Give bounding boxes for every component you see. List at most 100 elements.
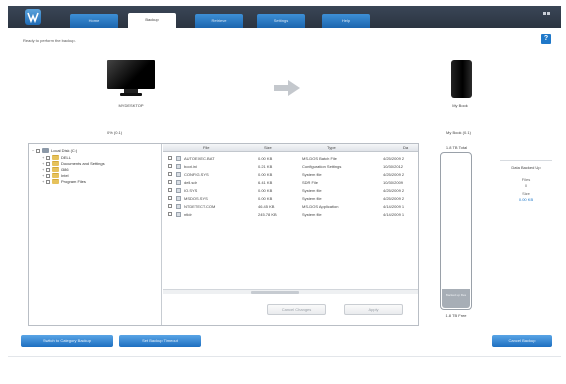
close-icon[interactable]	[547, 12, 550, 15]
footer-area	[8, 356, 561, 380]
help-icon[interactable]: ?	[541, 34, 551, 44]
tab-help[interactable]: Help	[322, 14, 370, 28]
minimize-icon[interactable]	[543, 12, 546, 15]
tree-node-label: i386	[61, 167, 69, 172]
cell-size: 0.00 KB	[258, 156, 273, 161]
computer-icon	[107, 60, 155, 96]
folder-icon	[52, 179, 59, 185]
cell-type: System file	[302, 172, 322, 177]
file-icon	[176, 188, 181, 193]
tree-node-label: Intel	[61, 173, 69, 178]
cell-file: CONFIG.SYS	[184, 172, 209, 177]
checkbox[interactable]	[168, 164, 172, 168]
cell-file: dell.sdr	[184, 180, 197, 185]
table-row[interactable]: boot.ini 0.21 KB Configuration Settings …	[163, 163, 418, 170]
cell-date: 4/25/2009 2	[383, 196, 405, 201]
tab-backup[interactable]: Backup	[128, 13, 176, 28]
external-drive-icon	[451, 60, 472, 98]
backup-info-panel: Data Backed Up Files 0 Size 0.00 KB	[500, 160, 552, 220]
cell-file: NTDETECT.COM	[184, 204, 216, 209]
tab-home[interactable]: Home	[70, 14, 118, 28]
scrollbar-thumb[interactable]	[251, 291, 299, 294]
file-browser: − Local Disk (C:) + DELL + Documents and Se…	[28, 143, 419, 326]
checkbox[interactable]	[46, 167, 50, 172]
tab-settings[interactable]: Settings	[257, 14, 305, 28]
set-backup-timeout-button[interactable]: Set Backup Timeout	[119, 335, 201, 347]
checkbox[interactable]	[168, 212, 172, 216]
table-row[interactable]: IO.SYS 0.00 KB System file 4/25/2009 2	[163, 187, 418, 194]
column-header-file[interactable]: File	[203, 145, 209, 150]
apply-button[interactable]: Apply	[344, 304, 403, 315]
tab-retrieve[interactable]: Retrieve	[195, 14, 243, 28]
checkbox[interactable]	[168, 156, 172, 160]
tree-node-program-files[interactable]: + Program Files	[42, 179, 86, 185]
cell-date: 4/25/2009 2	[383, 172, 405, 177]
file-list[interactable]: File Size Type Da AUTOEXEC.BAT 0.00 KB M…	[163, 144, 418, 325]
cell-date: 10/30/2009	[383, 180, 404, 185]
checkbox[interactable]	[168, 188, 172, 192]
cell-size: 0.21 KB	[258, 164, 273, 169]
cancel-changes-button[interactable]: Cancel Changes	[267, 304, 326, 315]
backup-info-title: Data Backed Up	[511, 165, 541, 170]
table-row[interactable]: dell.sdr 6.41 KB SDR File 10/30/2009	[163, 179, 418, 186]
checkbox[interactable]	[168, 180, 172, 184]
cell-date: 4/25/2009 2	[383, 156, 405, 161]
table-row[interactable]: NTDETECT.COM 46.45 KB MS-DOS Application…	[163, 203, 418, 210]
cell-size: 46.45 KB	[258, 204, 275, 209]
cell-type: System file	[302, 188, 322, 193]
checkbox[interactable]	[36, 148, 40, 153]
used-space-fill: Backed up files	[442, 289, 470, 308]
table-row[interactable]: ntldr 245.78 KB System file 4/14/2009 1	[163, 211, 418, 218]
drive-icon	[42, 148, 49, 154]
cell-size: 0.00 KB	[258, 188, 273, 193]
horizontal-scrollbar[interactable]	[163, 289, 418, 294]
file-icon	[176, 164, 181, 169]
table-row[interactable]: CONFIG.SYS 0.00 KB System file 4/25/2009…	[163, 171, 418, 178]
file-icon	[176, 204, 181, 209]
cancel-backup-button[interactable]: Cancel Backup	[492, 335, 552, 347]
table-row[interactable]: MSDOS.SYS 0.00 KB System file 4/25/2009 …	[163, 195, 418, 202]
folder-icon	[52, 167, 59, 173]
cell-date: 4/14/2009 1	[383, 204, 405, 209]
checkbox[interactable]	[46, 173, 50, 178]
checkbox[interactable]	[46, 155, 50, 160]
cell-date: 4/25/2009 2	[383, 188, 405, 193]
cell-file: ntldr	[184, 212, 192, 217]
checkbox[interactable]	[168, 172, 172, 176]
backup-info-files-label: Files	[521, 177, 531, 182]
cell-file: boot.ini	[184, 164, 197, 169]
window-controls[interactable]	[543, 11, 553, 17]
app-window: Home Backup Retrieve Settings Help Ready…	[0, 0, 566, 384]
tree-node-label: Program Files	[61, 179, 86, 184]
tree-node-label: Local Disk (C:)	[51, 148, 78, 153]
drive-capacity-gauge: Backed up files	[440, 152, 472, 310]
backup-info-size-value: 0.00 KB	[518, 197, 534, 202]
table-row[interactable]: AUTOEXEC.BAT 0.00 KB MS-DOS Batch File 4…	[163, 155, 418, 162]
folder-icon	[52, 161, 59, 167]
folder-icon	[52, 155, 59, 161]
folder-tree[interactable]: − Local Disk (C:) + DELL + Documents and Se…	[29, 144, 162, 325]
backup-info-files-value: 0	[524, 183, 528, 188]
checkbox[interactable]	[46, 179, 50, 184]
file-icon	[176, 172, 181, 177]
drive-name: My Book	[452, 103, 468, 108]
column-header-size[interactable]: Size	[264, 145, 272, 150]
drive-free-space: 1.8 TB Free	[445, 313, 467, 318]
switch-to-category-backup-button[interactable]: Switch to Category Backup	[21, 335, 113, 347]
checkbox[interactable]	[46, 161, 50, 166]
cell-size: 6.41 KB	[258, 180, 273, 185]
column-header-type[interactable]: Type	[327, 145, 336, 150]
cell-type: MS-DOS Application	[302, 204, 339, 209]
checkbox[interactable]	[168, 204, 172, 208]
checkbox[interactable]	[168, 196, 172, 200]
cell-type: MS-DOS Batch File	[302, 156, 337, 161]
file-icon	[176, 156, 181, 161]
file-icon	[176, 212, 181, 217]
cell-date: 10/30/2012	[383, 164, 404, 169]
cell-type: System file	[302, 212, 322, 217]
cell-type: System file	[302, 196, 322, 201]
file-icon	[176, 180, 181, 185]
tree-node-local-disk[interactable]: − Local Disk (C:)	[32, 148, 77, 154]
column-header-date[interactable]: Da	[403, 145, 408, 150]
drive-label: My Book (0.1)	[446, 130, 471, 135]
